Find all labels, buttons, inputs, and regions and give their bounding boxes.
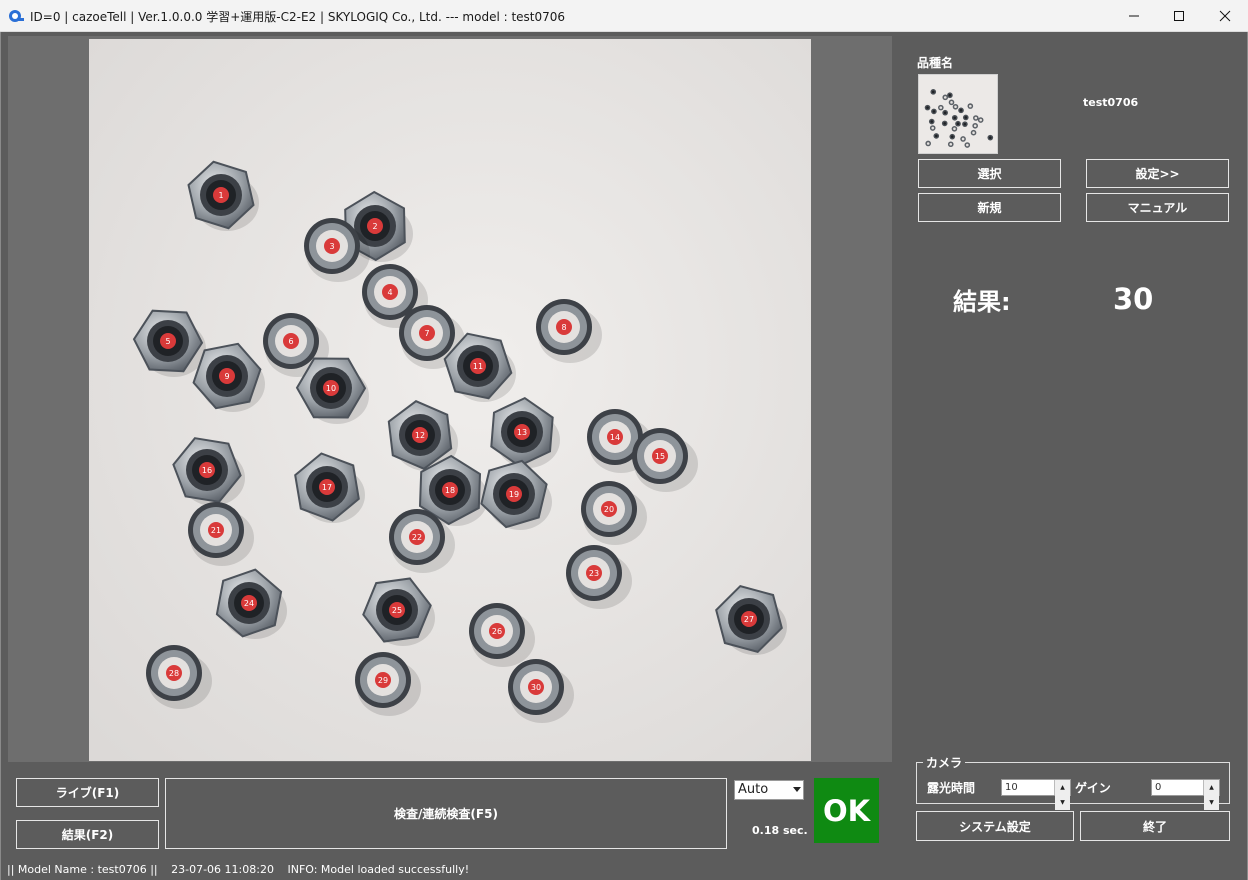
gain-label: ゲイン — [1075, 781, 1111, 795]
maximize-icon — [1174, 10, 1184, 21]
inspection-image: 1 2 3 4 5 6 7 8 9 10 11 12 13 14 15 16 17 18 19 20 21 22 23 24 2… — [89, 39, 811, 761]
exposure-stepper[interactable]: 10 ▲ ▼ — [1001, 779, 1071, 810]
detection-number: 26 — [492, 627, 502, 636]
mode-select-value: Auto — [738, 782, 769, 797]
detection-number: 22 — [412, 533, 422, 542]
detection-number: 2 — [372, 222, 377, 231]
chevron-up-icon[interactable]: ▲ — [1204, 780, 1219, 795]
main-window: 1 2 3 4 5 6 7 8 9 10 11 12 13 14 15 16 17 18 19 20 21 22 23 24 2… — [0, 32, 1248, 880]
manual-button[interactable]: マニュアル — [1086, 193, 1229, 222]
detection-number: 17 — [322, 483, 332, 492]
detection-number: 7 — [424, 329, 429, 338]
system-settings-button[interactable]: システム設定 — [916, 811, 1074, 841]
detection-number: 29 — [378, 676, 388, 685]
chevron-down-icon — [793, 787, 801, 792]
result-count: 30 — [1113, 282, 1154, 316]
gain-stepper-arrows[interactable]: ▲ ▼ — [1203, 780, 1219, 810]
detection-number: 10 — [326, 384, 336, 393]
camera-group-legend: カメラ — [923, 754, 966, 771]
mode-select[interactable]: Auto — [734, 780, 804, 800]
result-label: 結果: — [953, 288, 1011, 316]
status-bar: || Model Name : test0706 || 23-07-06 11:… — [1, 859, 1247, 880]
detection-number: 11 — [473, 362, 483, 371]
select-button[interactable]: 選択 — [918, 159, 1061, 188]
image-viewer[interactable]: 1 2 3 4 5 6 7 8 9 10 11 12 13 14 15 16 17 18 19 20 21 22 23 24 2… — [8, 36, 892, 762]
chevron-up-icon[interactable]: ▲ — [1055, 780, 1070, 795]
status-model: || Model Name : test0706 || — [7, 863, 158, 876]
detection-number: 24 — [244, 599, 254, 608]
title-bar[interactable]: ID=0 | cazoeTell | Ver.1.0.0.0 学習+運用版-C2… — [0, 0, 1248, 32]
close-button[interactable] — [1202, 0, 1248, 31]
detection-number: 8 — [561, 323, 566, 332]
detection-number: 12 — [415, 431, 425, 440]
settings-button[interactable]: 設定>> — [1086, 159, 1229, 188]
app-logo-icon — [9, 10, 24, 22]
detection-number: 14 — [610, 433, 620, 442]
detection-number: 13 — [517, 428, 527, 437]
model-thumbnail — [918, 74, 998, 154]
exposure-stepper-arrows[interactable]: ▲ ▼ — [1054, 780, 1070, 810]
detection-number: 16 — [202, 466, 212, 475]
detection-number: 27 — [744, 615, 754, 624]
detection-number: 9 — [224, 372, 229, 381]
detection-number: 15 — [655, 452, 665, 461]
detection-number: 19 — [509, 490, 519, 499]
detection-number: 6 — [288, 337, 293, 346]
result-button[interactable]: 結果(F2) — [16, 820, 159, 849]
detection-number: 28 — [169, 669, 179, 678]
exit-button[interactable]: 終了 — [1080, 811, 1230, 841]
detection-number: 3 — [329, 242, 334, 251]
detection-number: 18 — [445, 486, 455, 495]
model-thumbnail-image — [924, 89, 994, 148]
close-icon — [1219, 10, 1231, 21]
status-message: INFO: Model loaded successfully! — [287, 863, 470, 876]
live-button[interactable]: ライブ(F1) — [16, 778, 159, 807]
gain-value: 0 — [1155, 782, 1162, 793]
detection-number: 1 — [218, 191, 223, 200]
detection-number: 25 — [392, 606, 402, 615]
inspection-image-canvas: 12345 6789101112 1314151617 18 1920212223242… — [89, 39, 811, 761]
model-name: test0706 — [1083, 96, 1139, 109]
detection-number: 23 — [589, 569, 599, 578]
detection-number: 4 — [387, 288, 392, 297]
minimize-button[interactable] — [1111, 0, 1157, 31]
gain-stepper[interactable]: 0 ▲ ▼ — [1151, 779, 1220, 810]
window-title: ID=0 | cazoeTell | Ver.1.0.0.0 学習+運用版-C2… — [30, 10, 566, 24]
chevron-down-icon[interactable]: ▼ — [1204, 795, 1219, 810]
detection-number: 30 — [531, 683, 541, 692]
detection-number: 21 — [211, 526, 221, 535]
new-button[interactable]: 新規 — [918, 193, 1061, 222]
inspect-button[interactable]: 検査/連続検査(F5) — [165, 778, 727, 849]
processing-time: 0.18 sec. — [752, 824, 808, 837]
exposure-value: 10 — [1005, 782, 1018, 793]
detection-number: 20 — [604, 505, 614, 514]
chevron-down-icon[interactable]: ▼ — [1055, 795, 1070, 810]
maximize-button[interactable] — [1156, 0, 1202, 31]
status-timestamp: 23-07-06 11:08:20 — [171, 863, 274, 876]
model-label: 品種名 — [917, 56, 954, 70]
result-status-badge: OK — [814, 778, 879, 843]
minimize-icon — [1129, 15, 1139, 16]
detection-number: 5 — [165, 337, 170, 346]
exposure-label: 露光時間 — [927, 781, 976, 795]
